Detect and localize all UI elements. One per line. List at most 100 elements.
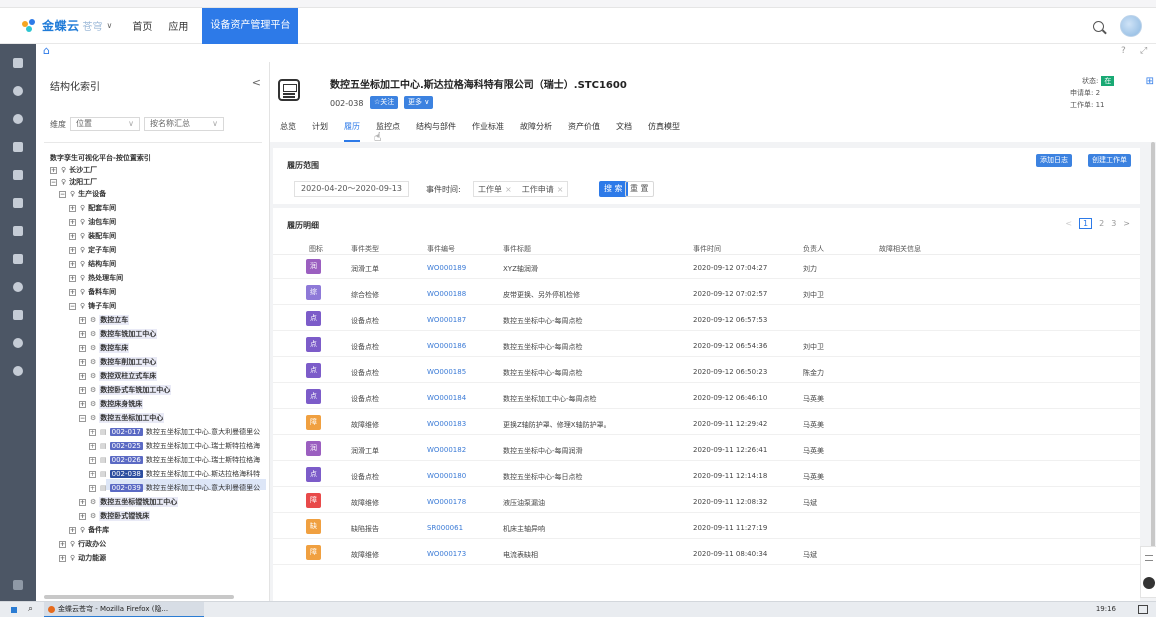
cell-event-id[interactable]: WO000188 bbox=[427, 290, 466, 298]
avatar[interactable] bbox=[1120, 15, 1142, 37]
tree-node[interactable]: + ▤ 002-017 数控五坐标加工中心.意大利曼德里公 bbox=[89, 427, 260, 437]
cell-event-id[interactable]: WO000183 bbox=[427, 420, 466, 428]
expand-icon[interactable]: + bbox=[50, 166, 57, 174]
main-scrollbar[interactable] bbox=[1150, 142, 1156, 601]
tree-node[interactable]: + ♀ 装配车间 bbox=[69, 231, 116, 241]
table-row[interactable]: 综 综合检修 WO000188 皮带更换、另外停机检修 2020-09-12 07:02… bbox=[273, 282, 1140, 305]
cell-event-id[interactable]: WO000173 bbox=[427, 550, 466, 558]
follow-button[interactable]: ☆关注 bbox=[370, 96, 399, 109]
tree-node[interactable]: + ♀ 行政办公 bbox=[59, 539, 106, 549]
tab-structure[interactable]: 结构与部件 bbox=[416, 120, 456, 142]
tree-node[interactable]: + ♀ 动力能源 bbox=[59, 553, 106, 563]
tree-node[interactable]: − ♀ 沈阳工厂 bbox=[50, 177, 97, 187]
tree-node[interactable]: + ▤ 002-026 数控五坐标加工中心.瑞士斯特拉格海 bbox=[89, 455, 260, 465]
tree-node[interactable]: + ♀ 备料车间 bbox=[69, 287, 116, 297]
tree-node[interactable]: + ⚙ 数控立车 bbox=[79, 315, 130, 325]
create-workorder-button[interactable]: 创建工作单 bbox=[1088, 154, 1131, 167]
page-1[interactable]: 1 bbox=[1079, 218, 1093, 229]
filter-tag[interactable]: 工作单 × bbox=[478, 184, 512, 195]
pin-icon[interactable] bbox=[13, 580, 23, 590]
workorder-count[interactable]: 11 bbox=[1096, 101, 1105, 109]
tree-node[interactable]: + ▤ 002-025 数控五坐标加工中心.瑞士斯特拉格海 bbox=[89, 441, 260, 451]
tab-simulation[interactable]: 仿真模型 bbox=[648, 120, 680, 142]
cell-event-id[interactable]: WO000185 bbox=[427, 368, 466, 376]
tag-icon[interactable] bbox=[13, 198, 23, 208]
expand-icon[interactable]: + bbox=[89, 484, 96, 492]
tree-node[interactable]: + ⚙ 数控五坐标镗铣加工中心 bbox=[79, 497, 179, 507]
tree-node[interactable]: + ♀ 结构车间 bbox=[69, 259, 116, 269]
expand-icon[interactable]: + bbox=[89, 470, 96, 478]
tree-node[interactable]: − ♀ 铸子车间 bbox=[69, 301, 116, 311]
table-row[interactable]: 障 故障维修 WO000178 液压油泵漏油 2020-09-11 12:08:32 马斌 bbox=[273, 490, 1140, 513]
dimension-select[interactable]: 位置 ∨ bbox=[70, 117, 140, 131]
request-row[interactable]: 申请单: 2 bbox=[1070, 88, 1100, 98]
tree-node[interactable]: + ▤ 002-039 数控五坐标加工中心.意大利曼德里公 bbox=[89, 483, 260, 493]
expand-icon[interactable]: + bbox=[79, 498, 86, 506]
windows-start-icon[interactable] bbox=[10, 606, 18, 614]
collapse-node-icon[interactable]: − bbox=[69, 302, 76, 310]
cell-event-id[interactable]: WO000189 bbox=[427, 264, 466, 272]
close-icon[interactable]: × bbox=[557, 185, 564, 194]
cell-event-id[interactable]: WO000184 bbox=[427, 394, 466, 402]
tab-plan[interactable]: 计划 bbox=[312, 120, 328, 142]
tree-node[interactable]: + ♀ 油包车间 bbox=[69, 217, 116, 227]
page-2[interactable]: 2 bbox=[1099, 219, 1104, 228]
bell-icon[interactable] bbox=[13, 282, 23, 292]
table-row[interactable]: 障 故障维修 WO000183 更换Z轴防护罩、修理X轴防护罩。 2020-09-11 … bbox=[273, 412, 1140, 435]
tab-documents[interactable]: 文档 bbox=[616, 120, 632, 142]
reset-button[interactable]: 重 置 bbox=[625, 181, 654, 197]
calendar-icon[interactable] bbox=[13, 254, 23, 264]
event-type-filter[interactable]: 工作单 × 工作申请 × bbox=[473, 181, 569, 197]
expand-icon[interactable]: + bbox=[69, 288, 76, 296]
tree-node[interactable]: + ♀ 长沙工厂 bbox=[50, 165, 97, 175]
filter-tag[interactable]: 工作申请 × bbox=[522, 184, 564, 195]
add-log-button[interactable]: 添加日志 bbox=[1036, 154, 1072, 167]
page-3[interactable]: 3 bbox=[1111, 219, 1116, 228]
tree-node[interactable]: + ♀ 热处理车间 bbox=[69, 273, 123, 283]
next-page-icon[interactable]: > bbox=[1123, 219, 1130, 228]
table-row[interactable]: 障 故障维修 WO000173 电流表缺相 2020-09-11 08:40:34 马斌 bbox=[273, 542, 1140, 565]
tree-node[interactable]: 数字孪生可视化平台-按位置索引 bbox=[50, 153, 151, 163]
collapse-node-icon[interactable]: − bbox=[50, 178, 57, 186]
workorder-row[interactable]: 工作单: 11 bbox=[1070, 100, 1105, 110]
collapse-icon[interactable]: < bbox=[252, 76, 261, 89]
clock[interactable]: 19:16 bbox=[1096, 605, 1116, 613]
table-row[interactable]: 点 设备点检 WO000184 数控五坐标加工中心-每周点检 2020-09-12 06… bbox=[273, 386, 1140, 409]
brand-logo[interactable]: 金蝶云 bbox=[42, 17, 80, 34]
scroll-thumb[interactable] bbox=[1151, 142, 1155, 562]
request-count[interactable]: 2 bbox=[1096, 89, 1100, 97]
nav-apps[interactable]: 应用 bbox=[168, 18, 188, 33]
list-icon[interactable] bbox=[13, 226, 23, 236]
nav-asset-platform[interactable]: 设备资产管理平台 bbox=[202, 7, 299, 44]
tree-node[interactable]: + ⚙ 数控车床 bbox=[79, 343, 130, 353]
assistant-icon[interactable] bbox=[1143, 577, 1155, 589]
prev-page-icon[interactable]: < bbox=[1065, 219, 1072, 228]
table-row[interactable]: 点 设备点检 WO000186 数控五坐标中心-每周点检 2020-09-12 06:5… bbox=[273, 334, 1140, 357]
drop-alt-icon[interactable] bbox=[13, 114, 23, 124]
help-icon[interactable] bbox=[13, 366, 23, 376]
help-circle-icon[interactable]: ? bbox=[1121, 46, 1126, 56]
table-row[interactable]: 点 设备点检 WO000180 数控五坐标中心-每日点检 2020-09-11 12:1… bbox=[273, 464, 1140, 487]
home-icon[interactable]: ⌂ bbox=[43, 44, 50, 57]
expand-icon[interactable]: + bbox=[79, 372, 86, 380]
expand-icon[interactable]: + bbox=[89, 442, 96, 450]
gear-icon[interactable] bbox=[13, 338, 23, 348]
cell-event-id[interactable]: WO000186 bbox=[427, 342, 466, 350]
chevron-down-icon[interactable]: ∨ bbox=[107, 21, 113, 30]
expand-icon[interactable]: + bbox=[69, 274, 76, 282]
tree-node-selected[interactable]: + ▤ 002-038 数控五坐标加工中心.斯达拉格海科特 bbox=[89, 469, 260, 479]
expand-icon[interactable]: + bbox=[69, 260, 76, 268]
notification-icon[interactable] bbox=[1138, 605, 1148, 614]
more-button[interactable]: 更多 ∨ bbox=[404, 96, 434, 109]
tree-node[interactable]: − ⚙ 数控五坐标加工中心 bbox=[79, 413, 165, 423]
expand-icon[interactable]: + bbox=[79, 400, 86, 408]
cell-event-id[interactable]: WO000187 bbox=[427, 316, 466, 324]
edit-icon[interactable] bbox=[13, 310, 23, 320]
table-row[interactable]: 点 设备点检 WO000185 数控五坐标中心-每周点检 2020-09-12 06:5… bbox=[273, 360, 1140, 383]
scroll-thumb[interactable] bbox=[44, 595, 234, 599]
expand-icon[interactable]: + bbox=[69, 218, 76, 226]
tree-node[interactable]: + ⚙ 数控卧式车铣加工中心 bbox=[79, 385, 172, 395]
expand-icon[interactable]: + bbox=[89, 456, 96, 464]
tree-node[interactable]: − ♀ 生产设备 bbox=[59, 189, 106, 199]
expand-icon[interactable]: + bbox=[79, 344, 86, 352]
